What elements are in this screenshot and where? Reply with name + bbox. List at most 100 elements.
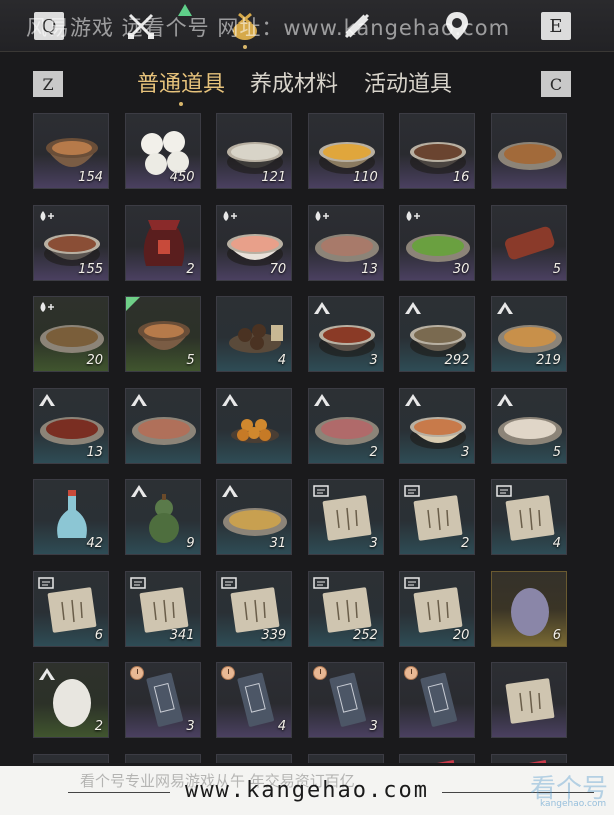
inventory-slot-recipe-paper[interactable]: 6 (33, 570, 109, 647)
tent-badge-icon (130, 393, 147, 406)
inventory-slot-gourd-flask[interactable]: 9 (124, 479, 201, 555)
inventory-slot-soup-bowl[interactable]: 3 (399, 387, 476, 464)
inventory-slot-braised-meat-bowl[interactable]: 16 (399, 113, 476, 189)
item-count: 339 (261, 627, 287, 643)
top-bar: Q E 风易游戏 远看个号 网址：www.kangehao.com (0, 0, 614, 52)
inventory-slot-roast-beef-plate[interactable]: 13 (33, 387, 109, 464)
inventory-slot-steamed-buns[interactable]: 450 (124, 113, 201, 189)
tent-badge-icon (39, 393, 55, 406)
inventory-slot-recipe-paper[interactable]: 3 (307, 479, 384, 555)
scroll-badge-icon (221, 576, 237, 589)
inventory-slot-fried-dumplings[interactable] (216, 387, 293, 464)
inventory-slot-fried-fish-plate[interactable] (490, 113, 567, 189)
inventory-slot-recipe-paper[interactable]: 2 (399, 479, 476, 555)
timer-badge-icon (129, 666, 144, 680)
item-count: 13 (361, 261, 378, 277)
scroll-badge-icon (313, 485, 329, 497)
scroll-badge-icon (313, 576, 329, 589)
inventory-slot-stir-fry-plate[interactable]: 20 (33, 296, 109, 372)
tab-bar: Z 普通道具 养成材料 活动道具 C (0, 60, 614, 106)
tab-materials[interactable]: 养成材料 (250, 66, 338, 98)
inventory-slot-voucher-card[interactable]: 3 (124, 662, 201, 738)
inventory-slot-purple-egg[interactable]: 6 (490, 570, 567, 647)
item-count: 6 (94, 627, 103, 643)
inventory-slot-voucher-card[interactable] (399, 662, 476, 738)
inventory-slot-fish-soup-bowl[interactable]: 121 (216, 113, 293, 189)
tent-badge-icon (313, 393, 330, 406)
inventory-slot-porcelain-vase[interactable]: 42 (33, 479, 109, 555)
item-count: 5 (552, 261, 561, 277)
inventory-slot-egg-rice-bowl[interactable]: 70 (216, 204, 293, 281)
tab-event-items[interactable]: 活动道具 (364, 66, 452, 98)
scroll-badge-icon (404, 576, 421, 589)
inventory-slot-pork-plate[interactable]: 2 (307, 387, 384, 464)
item-count: 2 (94, 719, 103, 734)
inventory-slot-horn-item[interactable] (307, 753, 384, 763)
inventory-slot-meatballs-plate[interactable]: 4 (216, 296, 293, 372)
item-count: 30 (452, 261, 470, 277)
inventory-slot-horn-item[interactable] (216, 753, 293, 764)
inventory-slot-recipe-paper[interactable]: 252 (307, 570, 384, 647)
horn-item-icon (217, 755, 292, 764)
inventory-slot-voucher-card[interactable]: 4 (216, 662, 293, 738)
inventory-slot-stew-bowl[interactable]: 292 (399, 296, 476, 372)
inventory-slot-hook-item[interactable] (124, 753, 201, 763)
scroll-badge-icon (404, 485, 421, 497)
drop-badge-icon (315, 210, 329, 221)
inventory-slot-egg-custard-bowl[interactable]: 110 (307, 113, 384, 189)
inventory-slot-dim-sum-plate[interactable]: 5 (490, 387, 567, 464)
inventory-slot-pastry-plate[interactable]: 219 (490, 296, 567, 372)
inventory-slot-recipe-paper[interactable]: 4 (490, 479, 567, 555)
key-hint-c[interactable]: C (541, 71, 571, 97)
inventory-slot-clay-pot-soup[interactable]: 5 (124, 296, 201, 372)
inventory-slot-roast-ribs[interactable]: 5 (490, 204, 567, 281)
tent-badge-icon (130, 485, 147, 497)
item-count: 20 (452, 627, 470, 643)
inventory-slot-white-egg[interactable]: 2 (33, 662, 109, 738)
inventory-slot-recipe-paper[interactable]: 20 (399, 570, 476, 647)
tab-common-items[interactable]: 普通道具 (137, 66, 225, 106)
item-count: 3 (369, 353, 378, 368)
inventory-slot-okra-plate[interactable]: 30 (399, 204, 476, 281)
item-count: 2 (369, 444, 378, 460)
inventory-slot-red-envelope[interactable] (490, 753, 567, 763)
tent-badge-icon (39, 668, 55, 680)
inventory-slot-pork-belly-plate[interactable] (124, 387, 201, 464)
tent-badge-icon (222, 393, 239, 406)
key-hint-q[interactable]: Q (34, 12, 64, 40)
inventory-slot-voucher-card[interactable]: 3 (307, 662, 384, 738)
item-count: 450 (169, 170, 195, 185)
swords-icon[interactable] (124, 9, 158, 43)
inventory-slot-letter-paper[interactable] (490, 662, 567, 738)
inventory-slot-meat-noodle-bowl[interactable]: 155 (33, 204, 109, 281)
inventory-slot-braised-pork-bowl[interactable]: 3 (307, 296, 384, 372)
quest-flag-icon (176, 2, 194, 18)
inventory-slot-sliced-meat-plate[interactable]: 13 (307, 204, 384, 281)
inventory-slot-wine-jar[interactable]: 2 (124, 204, 201, 281)
inventory-slot-fried-rice-plate[interactable]: 31 (216, 479, 293, 555)
item-count: 4 (277, 353, 287, 368)
item-count: 2 (461, 536, 470, 551)
inventory-slot-folded-map[interactable] (33, 753, 109, 764)
inventory-slot-red-envelope[interactable] (399, 753, 476, 763)
key-hint-z[interactable]: Z (33, 71, 63, 97)
folded-map-icon (34, 755, 109, 764)
inventory-slot-recipe-paper[interactable]: 339 (216, 570, 293, 647)
key-hint-e[interactable]: E (541, 12, 571, 40)
watermark-banner: 看个号专业网易游戏从午 年交易资订百亿 www.kangehao.com 看个号… (0, 766, 614, 815)
item-count: 2 (186, 261, 195, 277)
inventory-slot-clay-pot-stew[interactable]: 154 (33, 113, 109, 189)
item-count: 4 (277, 719, 287, 734)
drop-badge-icon (406, 210, 421, 221)
item-count: 20 (86, 353, 103, 368)
scroll-icon[interactable] (340, 9, 374, 43)
item-count: 6 (552, 627, 561, 643)
item-count: 219 (536, 353, 561, 368)
inventory-slot-recipe-paper[interactable]: 341 (124, 570, 201, 647)
item-count: 3 (461, 444, 470, 460)
item-count: 5 (552, 444, 561, 460)
map-pin-icon[interactable] (440, 9, 474, 43)
scroll-badge-icon (496, 485, 512, 497)
money-bag-icon[interactable] (228, 9, 262, 49)
red-envelope-icon (510, 759, 551, 763)
